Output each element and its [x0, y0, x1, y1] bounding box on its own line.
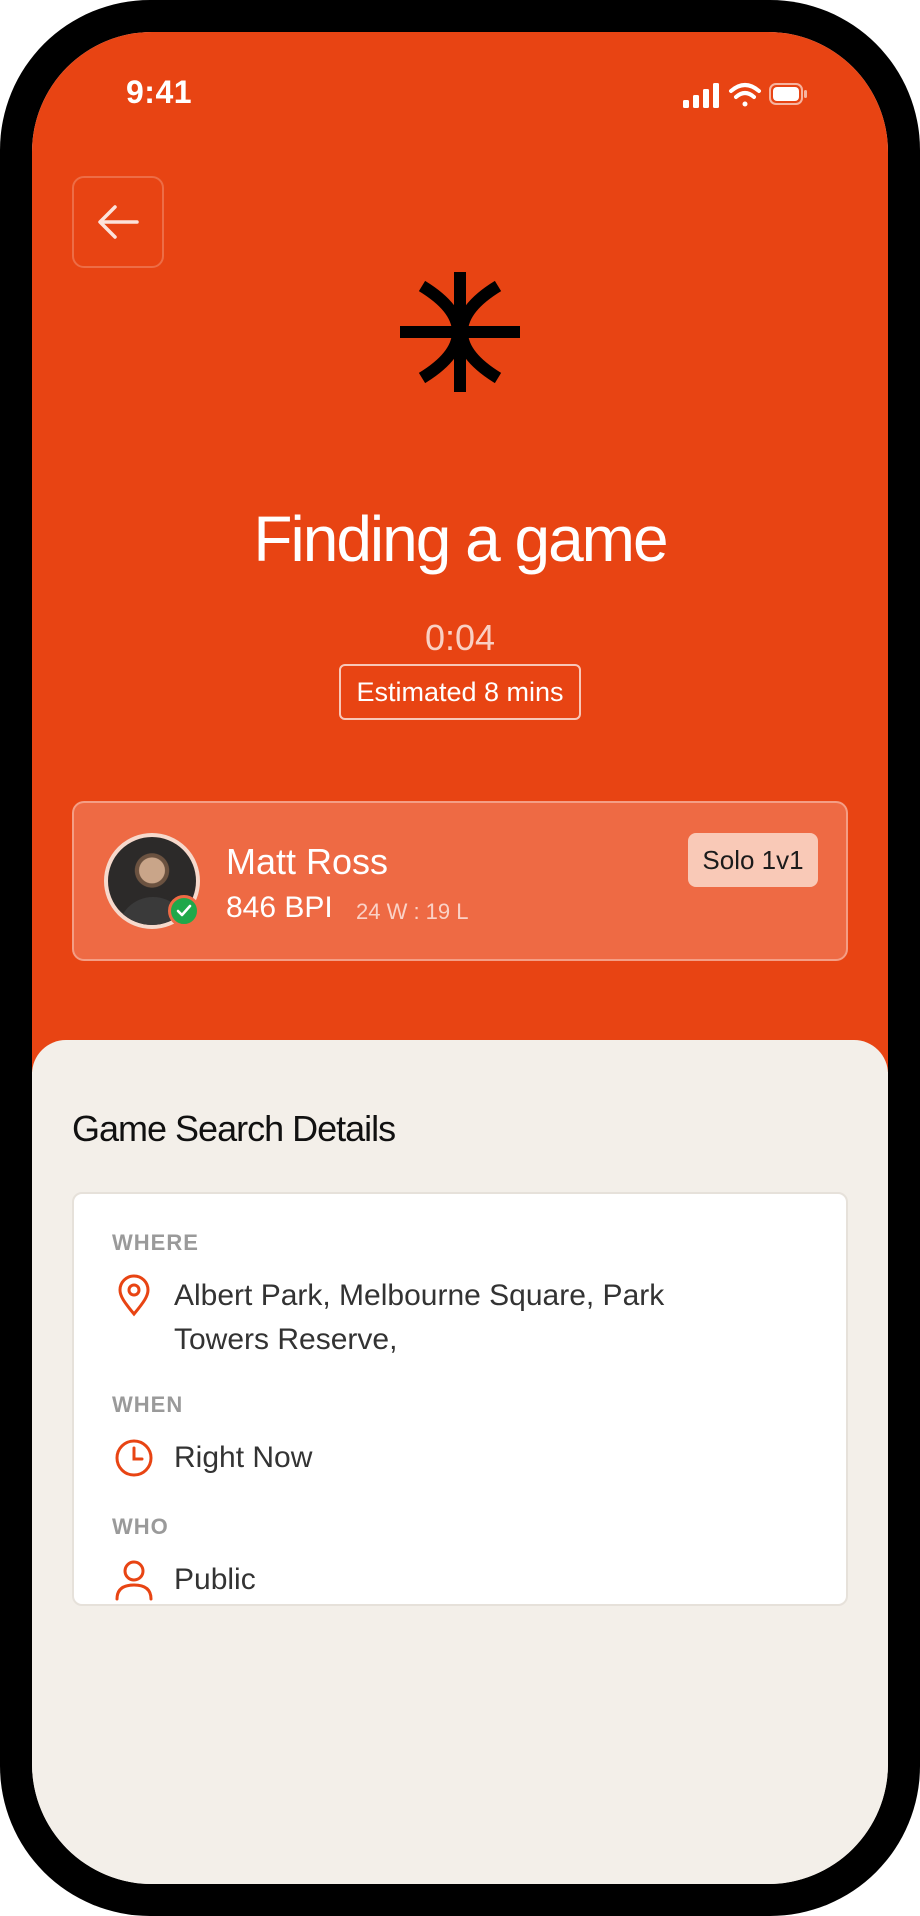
details-title: Game Search Details	[72, 1108, 396, 1149]
clock-icon	[115, 1439, 153, 1477]
where-value: Albert Park, Melbourne Square, Park Towe…	[174, 1279, 665, 1356]
signal-icon	[683, 83, 719, 108]
location-pin-icon	[118, 1274, 150, 1317]
back-button[interactable]	[72, 176, 164, 268]
when-label: WHEN	[112, 1392, 184, 1417]
player-record: 24 W : 19 L	[356, 899, 469, 924]
user-icon	[115, 1560, 153, 1601]
wifi-icon	[729, 83, 761, 107]
game-mode-badge: Solo 1v1	[688, 833, 818, 887]
status-icons	[683, 83, 807, 108]
battery-icon	[769, 83, 807, 105]
logo-icon	[400, 272, 520, 392]
who-label: WHO	[112, 1514, 169, 1539]
who-value: Public	[174, 1563, 256, 1596]
phone-frame: 9:41 Finding a game 0:04 Estimated 8 min…	[0, 0, 920, 1916]
estimate-badge: Estimated 8 mins	[339, 664, 581, 720]
verified-badge	[168, 895, 200, 927]
check-icon	[176, 904, 192, 917]
details-card: WHERE Albert Park, Melbourne Square, Par…	[72, 1192, 848, 1606]
player-card[interactable]: Matt Ross 846 BPI 24 W : 19 L Solo 1v1	[72, 801, 848, 961]
screen: 9:41 Finding a game 0:04 Estimated 8 min…	[32, 32, 888, 1884]
header-background: 9:41 Finding a game 0:04 Estimated 8 min…	[32, 32, 888, 1072]
status-time: 9:41	[126, 74, 193, 110]
player-bpi: 846 BPI	[226, 891, 333, 924]
player-name: Matt Ross	[226, 841, 389, 882]
search-timer: 0:04	[424, 617, 496, 658]
back-arrow-icon	[98, 205, 139, 239]
page-title: Finding a game	[253, 503, 668, 575]
details-sheet: Game Search Details WHERE Albert Park, M…	[32, 1040, 888, 1884]
when-value: Right Now	[174, 1441, 313, 1474]
where-label: WHERE	[112, 1230, 199, 1255]
